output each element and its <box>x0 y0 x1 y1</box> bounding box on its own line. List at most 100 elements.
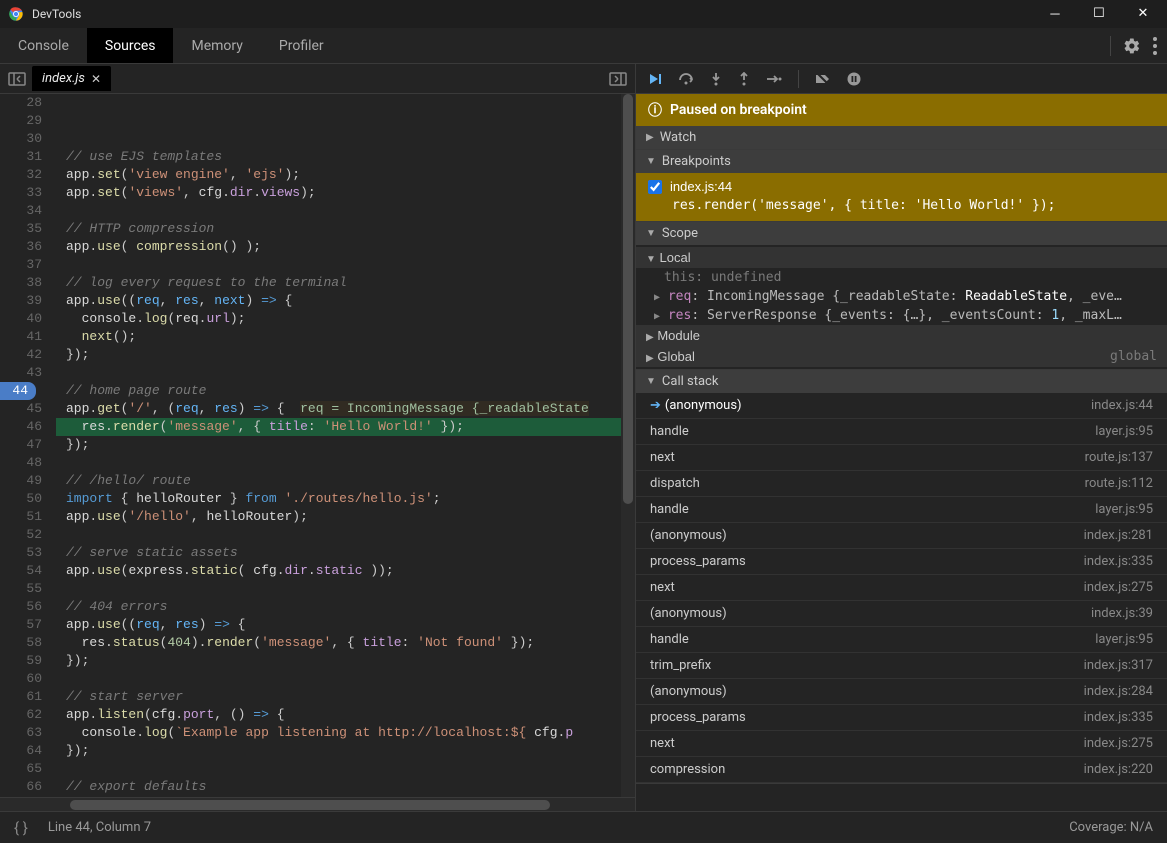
code-line[interactable] <box>56 526 635 544</box>
scope-var-res[interactable]: ▶ res: ServerResponse {_events: {…}, _ev… <box>636 306 1167 325</box>
deactivate-breakpoints-icon[interactable] <box>815 71 831 86</box>
callstack-frame[interactable]: process_paramsindex.js:335 <box>636 549 1167 575</box>
step-icon[interactable] <box>766 71 782 86</box>
scope-global-header[interactable]: ▶ Global global <box>636 346 1167 367</box>
code-line[interactable]: // export defaults <box>56 778 635 796</box>
callstack-frame[interactable]: (anonymous)index.js:284 <box>636 679 1167 705</box>
code-line[interactable]: import { helloRouter } from './routes/he… <box>56 490 635 508</box>
callstack-frame[interactable]: process_paramsindex.js:335 <box>636 705 1167 731</box>
code-line[interactable] <box>56 760 635 778</box>
code-line[interactable]: app.get('/', (req, res) => { req = Incom… <box>56 400 635 418</box>
line-number[interactable]: 56 <box>0 598 42 616</box>
callstack-frame[interactable]: ➔(anonymous)index.js:44 <box>636 393 1167 419</box>
step-over-icon[interactable] <box>678 71 694 86</box>
callstack-frame[interactable]: (anonymous)index.js:281 <box>636 523 1167 549</box>
line-number[interactable]: 58 <box>0 634 42 652</box>
scope-local-header[interactable]: ▼ Local <box>636 247 1167 268</box>
code-line[interactable]: res.status(404).render('message', { titl… <box>56 634 635 652</box>
line-number[interactable]: 59 <box>0 652 42 670</box>
code-line[interactable]: // home page route <box>56 382 635 400</box>
code-line[interactable]: app.use('/hello', helloRouter); <box>56 508 635 526</box>
code-line[interactable]: res.render('message', { title: 'Hello Wo… <box>56 418 635 436</box>
callstack-frame[interactable]: compressionindex.js:220 <box>636 757 1167 783</box>
callstack-frame[interactable]: nextroute.js:137 <box>636 445 1167 471</box>
code-line[interactable]: // log every request to the terminal <box>56 274 635 292</box>
scope-module-header[interactable]: ▶ Module <box>636 325 1167 346</box>
scope-var-this[interactable]: this: undefined <box>636 268 1167 287</box>
line-number[interactable]: 28 <box>0 94 42 112</box>
code-line[interactable]: // HTTP compression <box>56 220 635 238</box>
code-line[interactable] <box>56 202 635 220</box>
line-number[interactable]: 65 <box>0 760 42 778</box>
toggle-navigator-icon[interactable] <box>8 71 26 86</box>
code-line[interactable]: console.log(req.url); <box>56 310 635 328</box>
line-number[interactable]: 62 <box>0 706 42 724</box>
code-line[interactable]: // serve static assets <box>56 544 635 562</box>
code-line[interactable]: app.set('view engine', 'ejs'); <box>56 166 635 184</box>
callstack-frame[interactable]: handlelayer.js:95 <box>636 419 1167 445</box>
code-line[interactable]: next(); <box>56 328 635 346</box>
line-number[interactable]: 52 <box>0 526 42 544</box>
kebab-menu-icon[interactable] <box>1153 37 1157 55</box>
line-number[interactable]: 36 <box>0 238 42 256</box>
callstack-frame[interactable]: (anonymous)index.js:39 <box>636 601 1167 627</box>
callstack-frame[interactable]: handlelayer.js:95 <box>636 627 1167 653</box>
code-line[interactable]: app.use( compression() ); <box>56 238 635 256</box>
callstack-frame[interactable]: nextindex.js:275 <box>636 731 1167 757</box>
code-line[interactable] <box>56 364 635 382</box>
scope-var-req[interactable]: ▶ req: IncomingMessage {_readableState: … <box>636 287 1167 306</box>
step-into-icon[interactable] <box>710 71 722 86</box>
pretty-print-icon[interactable]: { } <box>14 819 28 837</box>
line-number[interactable]: 39 <box>0 292 42 310</box>
line-number[interactable]: 37 <box>0 256 42 274</box>
code-line[interactable]: }); <box>56 742 635 760</box>
line-number[interactable]: 33 <box>0 184 42 202</box>
file-tab-indexjs[interactable]: index.js ✕ <box>32 66 111 91</box>
line-number[interactable]: 54 <box>0 562 42 580</box>
callstack-frame[interactable]: trim_prefixindex.js:317 <box>636 653 1167 679</box>
vertical-scrollbar[interactable] <box>621 94 635 797</box>
line-number[interactable]: 64 <box>0 742 42 760</box>
code-line[interactable]: // 404 errors <box>56 598 635 616</box>
scrollbar-thumb[interactable] <box>70 800 550 810</box>
line-number[interactable]: 61 <box>0 688 42 706</box>
breakpoint-checkbox[interactable] <box>648 180 662 194</box>
callstack-header[interactable]: ▼ Call stack <box>636 370 1167 393</box>
line-number[interactable]: 30 <box>0 130 42 148</box>
code-line[interactable]: }); <box>56 346 635 364</box>
scrollbar-thumb[interactable] <box>623 94 633 504</box>
gear-icon[interactable] <box>1123 37 1141 55</box>
close-icon[interactable]: ✕ <box>91 72 101 86</box>
line-number[interactable]: 35 <box>0 220 42 238</box>
watch-header[interactable]: ▶ Watch <box>636 126 1167 149</box>
line-number[interactable]: 48 <box>0 454 42 472</box>
scope-header[interactable]: ▼ Scope <box>636 222 1167 245</box>
code-line[interactable] <box>56 670 635 688</box>
code-line[interactable]: }); <box>56 436 635 454</box>
horizontal-scrollbar[interactable] <box>0 797 635 811</box>
line-number[interactable]: 29 <box>0 112 42 130</box>
line-number[interactable]: 60 <box>0 670 42 688</box>
tab-sources[interactable]: Sources <box>87 28 174 63</box>
line-number[interactable]: 63 <box>0 724 42 742</box>
tab-memory[interactable]: Memory <box>173 28 260 63</box>
line-number[interactable]: 49 <box>0 472 42 490</box>
line-number[interactable]: 34 <box>0 202 42 220</box>
line-number[interactable]: 38 <box>0 274 42 292</box>
tab-console[interactable]: Console <box>0 28 87 63</box>
breakpoint-item[interactable]: index.js:44 res.render('message', { titl… <box>636 173 1167 221</box>
line-number[interactable]: 53 <box>0 544 42 562</box>
line-number[interactable]: 31 <box>0 148 42 166</box>
code-line[interactable]: console.log(`Example app listening at ht… <box>56 724 635 742</box>
code-line[interactable]: app.set('views', cfg.dir.views); <box>56 184 635 202</box>
line-number[interactable]: 42 <box>0 346 42 364</box>
code-line[interactable] <box>56 130 635 148</box>
resume-icon[interactable] <box>648 71 662 86</box>
callstack-frame[interactable]: handlelayer.js:95 <box>636 497 1167 523</box>
callstack-frame[interactable]: dispatchroute.js:112 <box>636 471 1167 497</box>
line-number[interactable]: 40 <box>0 310 42 328</box>
line-number[interactable]: 43 <box>0 364 42 382</box>
code-line[interactable]: app.use((req, res) => { <box>56 616 635 634</box>
window-close[interactable]: ✕ <box>1131 6 1155 22</box>
line-number[interactable]: 57 <box>0 616 42 634</box>
